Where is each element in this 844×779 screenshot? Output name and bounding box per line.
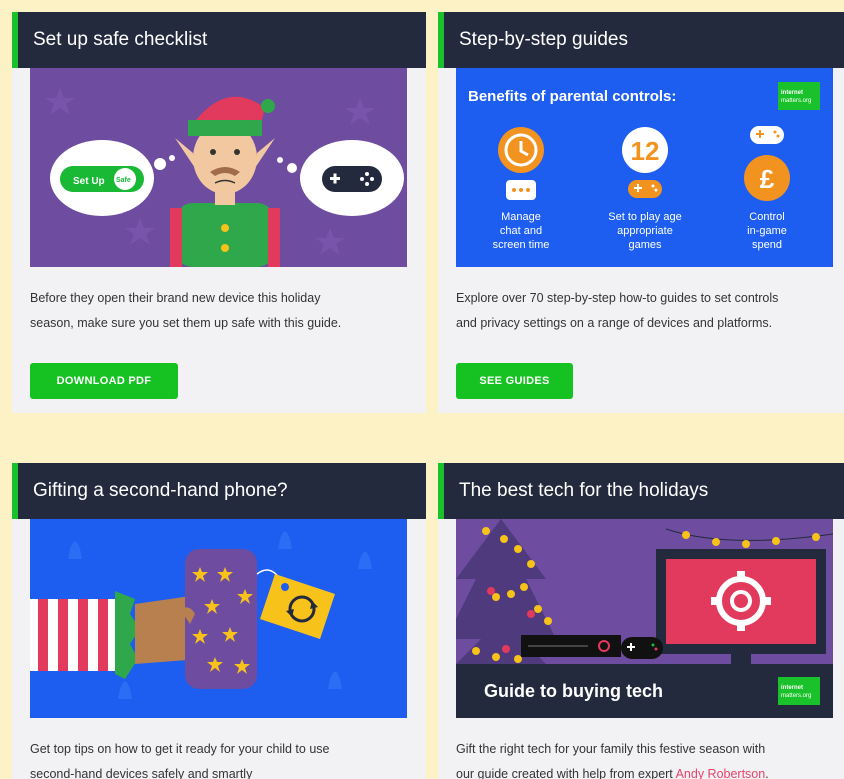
svg-text:£: £ bbox=[760, 164, 775, 194]
card-description: Gift the right tech for your family this… bbox=[456, 737, 836, 779]
card-description: Get top tips on how to get it ready for … bbox=[30, 737, 410, 779]
striped-sleeve bbox=[30, 591, 140, 679]
card-second-hand-phone: Gifting a second-hand phone? Get top tip… bbox=[12, 463, 426, 779]
see-guides-button[interactable]: SEE GUIDES bbox=[456, 363, 573, 399]
desc-line: Before they open their brand new device … bbox=[30, 291, 321, 305]
desc-suffix: . bbox=[765, 767, 769, 779]
svg-text:appropriate: appropriate bbox=[617, 225, 673, 237]
desc-line: our guide created with help from expert … bbox=[456, 762, 836, 779]
author-link[interactable]: Andy Robertson bbox=[676, 767, 766, 779]
card-title: Set up safe checklist bbox=[12, 12, 426, 68]
tech-illustration: Guide to buying tech internet matters.or… bbox=[456, 519, 833, 718]
svg-text:12: 12 bbox=[631, 136, 660, 166]
svg-text:Benefits of parental controls:: Benefits of parental controls: bbox=[468, 88, 676, 105]
download-pdf-button[interactable]: DOWNLOAD PDF bbox=[30, 363, 178, 399]
wrapped-phone bbox=[185, 549, 257, 689]
svg-text:spend: spend bbox=[752, 239, 782, 251]
svg-text:chat and: chat and bbox=[500, 225, 542, 237]
svg-text:matters.org: matters.org bbox=[781, 693, 811, 699]
svg-text:Set to play age: Set to play age bbox=[608, 211, 681, 223]
parental-controls-infographic: Benefits of parental controls: internet … bbox=[456, 68, 833, 267]
desc-line: second-hand devices safely and smartly bbox=[30, 767, 253, 779]
pound-icon: £ bbox=[744, 155, 790, 201]
gamepad-icon bbox=[628, 180, 662, 198]
card-safe-checklist: Set up safe checklist Set Up Safe Before… bbox=[12, 12, 426, 413]
card-best-tech: The best tech for the holidays Guide to … bbox=[438, 463, 844, 779]
chat-icon bbox=[506, 180, 536, 200]
elf-illustration: Set Up Safe bbox=[30, 68, 407, 267]
card-description: Explore over 70 step-by-step how-to guid… bbox=[456, 286, 836, 336]
card-title: Step-by-step guides bbox=[438, 12, 844, 68]
svg-text:Guide to buying tech: Guide to buying tech bbox=[484, 681, 663, 701]
svg-text:internet: internet bbox=[781, 685, 803, 691]
card-title: Gifting a second-hand phone? bbox=[12, 463, 426, 519]
svg-text:Manage: Manage bbox=[501, 211, 541, 223]
card-description: Before they open their brand new device … bbox=[30, 286, 410, 336]
desc-text: our guide created with help from expert bbox=[456, 767, 676, 779]
card-title: The best tech for the holidays bbox=[438, 463, 844, 519]
desc-line: season, make sure you set them up safe w… bbox=[30, 316, 342, 330]
game-console bbox=[521, 635, 663, 659]
svg-text:internet: internet bbox=[781, 90, 803, 96]
tv-gear-icon bbox=[656, 549, 826, 664]
svg-text:in-game: in-game bbox=[747, 225, 787, 237]
svg-text:screen time: screen time bbox=[493, 239, 550, 251]
desc-line: Get top tips on how to get it ready for … bbox=[30, 742, 330, 756]
gamepad-icon bbox=[750, 126, 784, 144]
svg-text:Safe: Safe bbox=[116, 177, 131, 184]
gift-phone-illustration bbox=[30, 519, 407, 718]
desc-line: and privacy settings on a range of devic… bbox=[456, 316, 773, 330]
card-step-guides: Step-by-step guides Benefits of parental… bbox=[438, 12, 844, 413]
svg-text:Control: Control bbox=[749, 211, 784, 223]
clock-icon bbox=[498, 127, 544, 173]
svg-text:Set Up: Set Up bbox=[73, 176, 105, 187]
desc-line: Gift the right tech for your family this… bbox=[456, 742, 766, 756]
desc-line: Explore over 70 step-by-step how-to guid… bbox=[456, 291, 779, 305]
svg-text:matters.org: matters.org bbox=[781, 98, 811, 104]
svg-text:games: games bbox=[628, 239, 662, 251]
age-rating-icon: 12 bbox=[622, 127, 668, 173]
